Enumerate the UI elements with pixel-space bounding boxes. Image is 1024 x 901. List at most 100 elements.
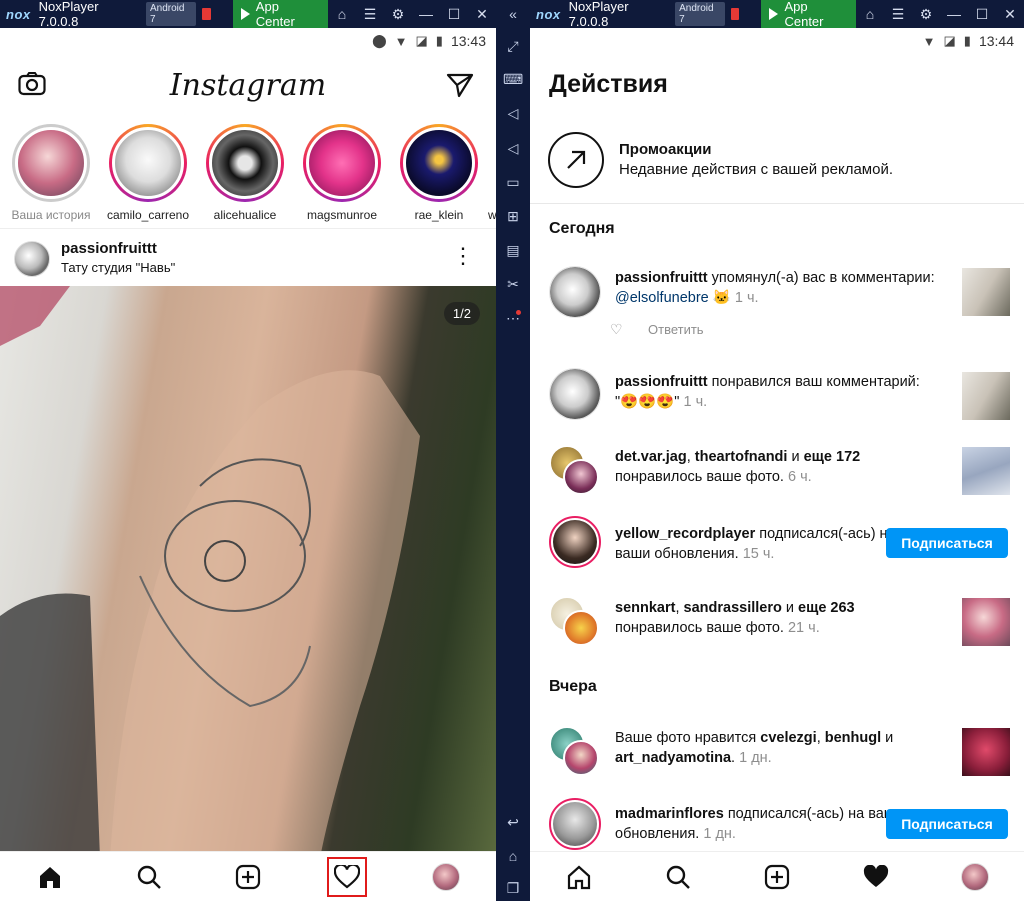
app-center-button[interactable]: App Center [232,0,328,29]
username[interactable]: art_nadyamotina [615,750,731,766]
story-rae-klein[interactable]: rae_klein [394,124,484,222]
story-alicehualice[interactable]: alicehualice [200,124,290,222]
close-icon[interactable]: ✕ [468,6,496,23]
post-location[interactable]: Тату студия "Навь" [61,260,175,275]
maximize-icon[interactable]: ☐ [968,6,996,23]
username[interactable]: yellow_recordplayer [615,526,755,542]
emoji: 🐱 [708,290,735,306]
avatar[interactable] [549,266,601,318]
reply-button[interactable]: Ответить [648,322,704,337]
post-photo[interactable]: 1/2 [0,286,496,858]
post-thumbnail[interactable] [962,372,1010,420]
notification-icon[interactable] [730,8,740,20]
volume-down-icon[interactable]: ◁ [503,138,523,158]
post-thumbnail[interactable] [962,728,1010,776]
close-icon[interactable]: ✕ [996,6,1024,23]
recent-apps-icon[interactable]: ❐ [503,878,523,898]
status-bar: ⬤ ▼ ◪ ▮ 13:43 [0,28,496,54]
post-thumbnail[interactable] [962,447,1010,495]
separator: , [675,600,684,616]
back-icon[interactable]: ↩ [503,812,523,832]
follow-button[interactable]: Подписаться [886,528,1008,558]
username[interactable]: cvelezgi [760,730,816,746]
post-username[interactable]: passionfruittt [61,240,157,257]
keyboard-icon[interactable]: ⌨ [503,69,523,89]
avatar-pair[interactable] [549,726,601,778]
username[interactable]: theartofnandi [695,449,788,465]
screen-icon[interactable]: ▭ [503,172,523,192]
scissors-icon[interactable]: ✂ [503,274,523,294]
more-users[interactable]: еще 172 [804,449,861,465]
list-item[interactable]: Ваше фото нравится cvelezgi, benhugl и a… [530,726,1024,782]
list-item[interactable]: passionfruittt упомянул(-а) вас в коммен… [530,266,1024,346]
avatar[interactable] [14,241,50,277]
like-comment-icon[interactable]: ♡ [610,321,623,338]
fullscreen-icon[interactable]: ⤢ [503,36,523,56]
list-item[interactable]: yellow_recordplayer подписался(-ась) на … [530,516,1024,572]
username[interactable]: det.var.jag [615,449,687,465]
app-center-button[interactable]: App Center [761,0,856,29]
username[interactable]: passionfruittt [615,270,708,286]
direct-message-icon[interactable] [446,72,474,98]
activity-tab[interactable] [858,859,894,895]
multi-instance-icon[interactable]: ▤ [503,240,523,260]
list-item[interactable]: sennkart, sandrassillero и еще 263 понра… [530,596,1024,652]
gear-icon[interactable]: ⚙ [912,6,940,23]
home-tab[interactable] [561,859,597,895]
username[interactable]: sandrassillero [684,600,782,616]
follow-button[interactable]: Подписаться [886,809,1008,839]
home-button-icon[interactable]: ⌂ [503,846,523,866]
minimize-icon[interactable]: — [940,6,968,23]
username[interactable]: benhugl [825,730,881,746]
activity-tab[interactable] [327,856,368,897]
search-tab[interactable] [660,859,696,895]
mention-link[interactable]: @elsolfunebre [615,290,709,306]
username[interactable]: passionfruittt [615,374,708,390]
list-item[interactable]: det.var.jag, theartofnandi и еще 172 пон… [530,445,1024,501]
story-magsmunroe[interactable]: magsmunroe [297,124,387,222]
volume-up-icon[interactable]: ◁ [503,103,523,123]
instagram-logo: Instagram [169,68,327,103]
collapse-icon[interactable]: « [503,4,523,24]
heart-icon [863,864,888,887]
create-tab[interactable] [759,859,795,895]
post-thumbnail[interactable] [962,268,1010,316]
username[interactable]: sennkart [615,600,675,616]
location-icon: ⬤ [372,33,387,48]
gear-icon[interactable]: ⚙ [384,6,412,23]
nox-logo: nox [536,6,561,22]
post-thumbnail[interactable] [962,598,1010,646]
home-tab[interactable] [32,859,68,895]
list-item[interactable]: madmarinflores подписался(-ась) на ваши … [530,798,1024,854]
story-own[interactable]: Ваша история [6,124,96,222]
menu-icon[interactable]: ☰ [884,6,912,23]
menu-icon[interactable]: ☰ [356,6,384,23]
avatar[interactable] [549,516,601,568]
instagram-header: Instagram [0,62,496,110]
avatar-pair[interactable] [549,596,601,648]
avatar[interactable] [549,798,601,850]
story-camilo-carreno[interactable]: camilo_carreno [103,124,193,222]
more-users[interactable]: еще 263 [798,600,855,616]
create-tab[interactable] [230,859,266,895]
story-partial[interactable]: w [488,124,496,222]
shirt-icon[interactable]: ⌂ [328,6,356,23]
profile-tab[interactable] [428,859,464,895]
shirt-icon[interactable]: ⌂ [856,6,884,23]
separator: и [787,449,804,465]
battery-icon: ▮ [963,33,971,48]
notification-icon[interactable] [201,8,211,20]
apk-icon[interactable]: ⊞ [503,206,523,226]
avatar[interactable] [549,368,601,420]
maximize-icon[interactable]: ☐ [440,6,468,23]
promotions-row[interactable]: Промоакции Недавние действия с вашей рек… [530,128,1024,200]
wifi-icon: ▼ [922,33,936,49]
list-item[interactable]: passionfruittt понравился ваш комментари… [530,368,1024,424]
left-emulator-window: nox NoxPlayer 7.0.0.8 Android 7 App Cent… [0,0,496,901]
search-tab[interactable] [131,859,167,895]
more-options-icon[interactable]: ⋮ [452,245,474,267]
minimize-icon[interactable]: — [412,6,440,23]
profile-tab[interactable] [957,859,993,895]
username[interactable]: madmarinflores [615,806,724,822]
avatar-pair[interactable] [549,445,601,497]
